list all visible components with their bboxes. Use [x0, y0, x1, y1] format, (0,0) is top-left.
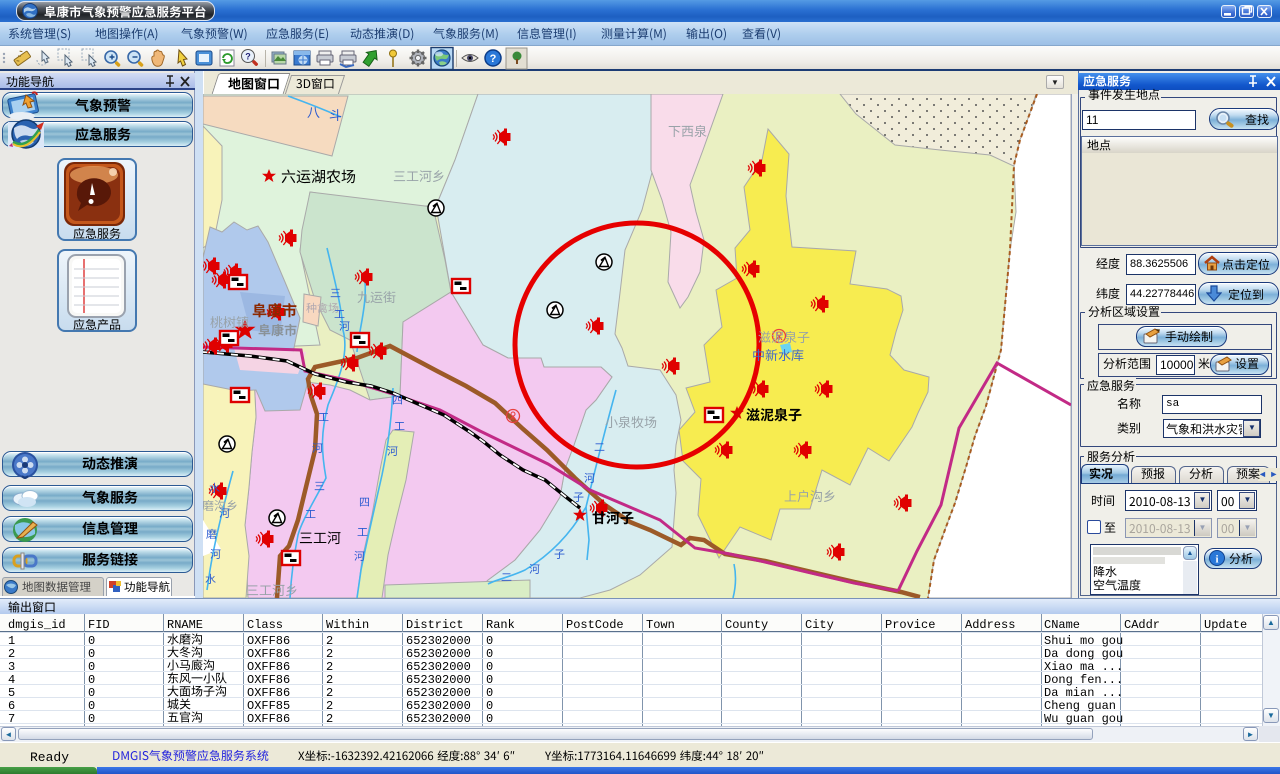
svg-text:i: i: [1215, 554, 1218, 566]
svg-text:?: ?: [490, 53, 497, 65]
svg-text:?: ?: [245, 52, 251, 62]
